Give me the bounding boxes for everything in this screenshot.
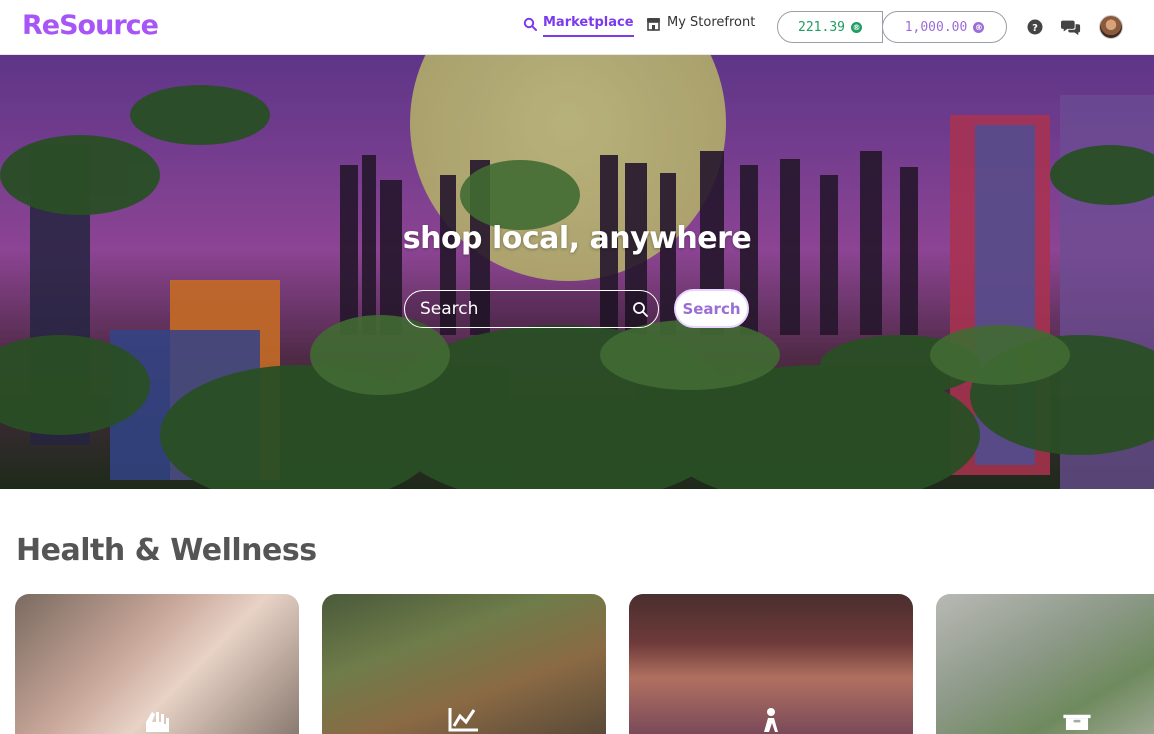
available-balance-value: 221.39 (798, 19, 845, 35)
credit-coin-icon: ® (850, 21, 862, 33)
storefront-icon (647, 18, 660, 31)
chart-icon (446, 702, 480, 734)
hero-search-box (404, 290, 659, 328)
nav-marketplace[interactable]: Marketplace (523, 15, 634, 41)
search-icon (633, 302, 648, 317)
category-card-3[interactable] (629, 594, 913, 734)
chat-icon[interactable] (1061, 17, 1081, 37)
avatar[interactable] (1099, 15, 1123, 39)
credit-limit[interactable]: 1,000.00 ® (882, 11, 1007, 43)
logo[interactable]: ReSource (22, 10, 159, 41)
hero-search-input[interactable] (420, 291, 620, 327)
hero-title: shop local, anywhere (402, 221, 752, 256)
nav-my-storefront[interactable]: My Storefront (646, 15, 755, 41)
hero-background-illustration (0, 55, 1154, 489)
search-icon (523, 17, 537, 31)
nav-my-storefront-label: My Storefront (667, 15, 756, 30)
hero-search-button[interactable]: Search (674, 289, 749, 328)
hero-banner: shop local, anywhere Search (0, 55, 1154, 489)
section-title: Health & Wellness (16, 533, 317, 568)
credit-coin-icon: ® (973, 21, 985, 33)
category-card-2[interactable] (322, 594, 606, 734)
help-icon[interactable]: ? (1025, 17, 1045, 37)
hand-icon (140, 702, 174, 734)
top-navbar: ReSource Marketplace My Storefront 221.3… (0, 0, 1154, 55)
credit-limit-value: 1,000.00 (904, 19, 968, 35)
svg-text:?: ? (1032, 23, 1038, 34)
category-card-1[interactable] (15, 594, 299, 734)
nav-marketplace-label: Marketplace (543, 15, 634, 37)
available-balance[interactable]: 221.39 ® (777, 11, 883, 43)
balance-pills: 221.39 ® 1,000.00 ® (777, 11, 1007, 43)
box-icon (1060, 702, 1094, 734)
category-card-4[interactable] (936, 594, 1154, 734)
person-icon (754, 702, 788, 734)
